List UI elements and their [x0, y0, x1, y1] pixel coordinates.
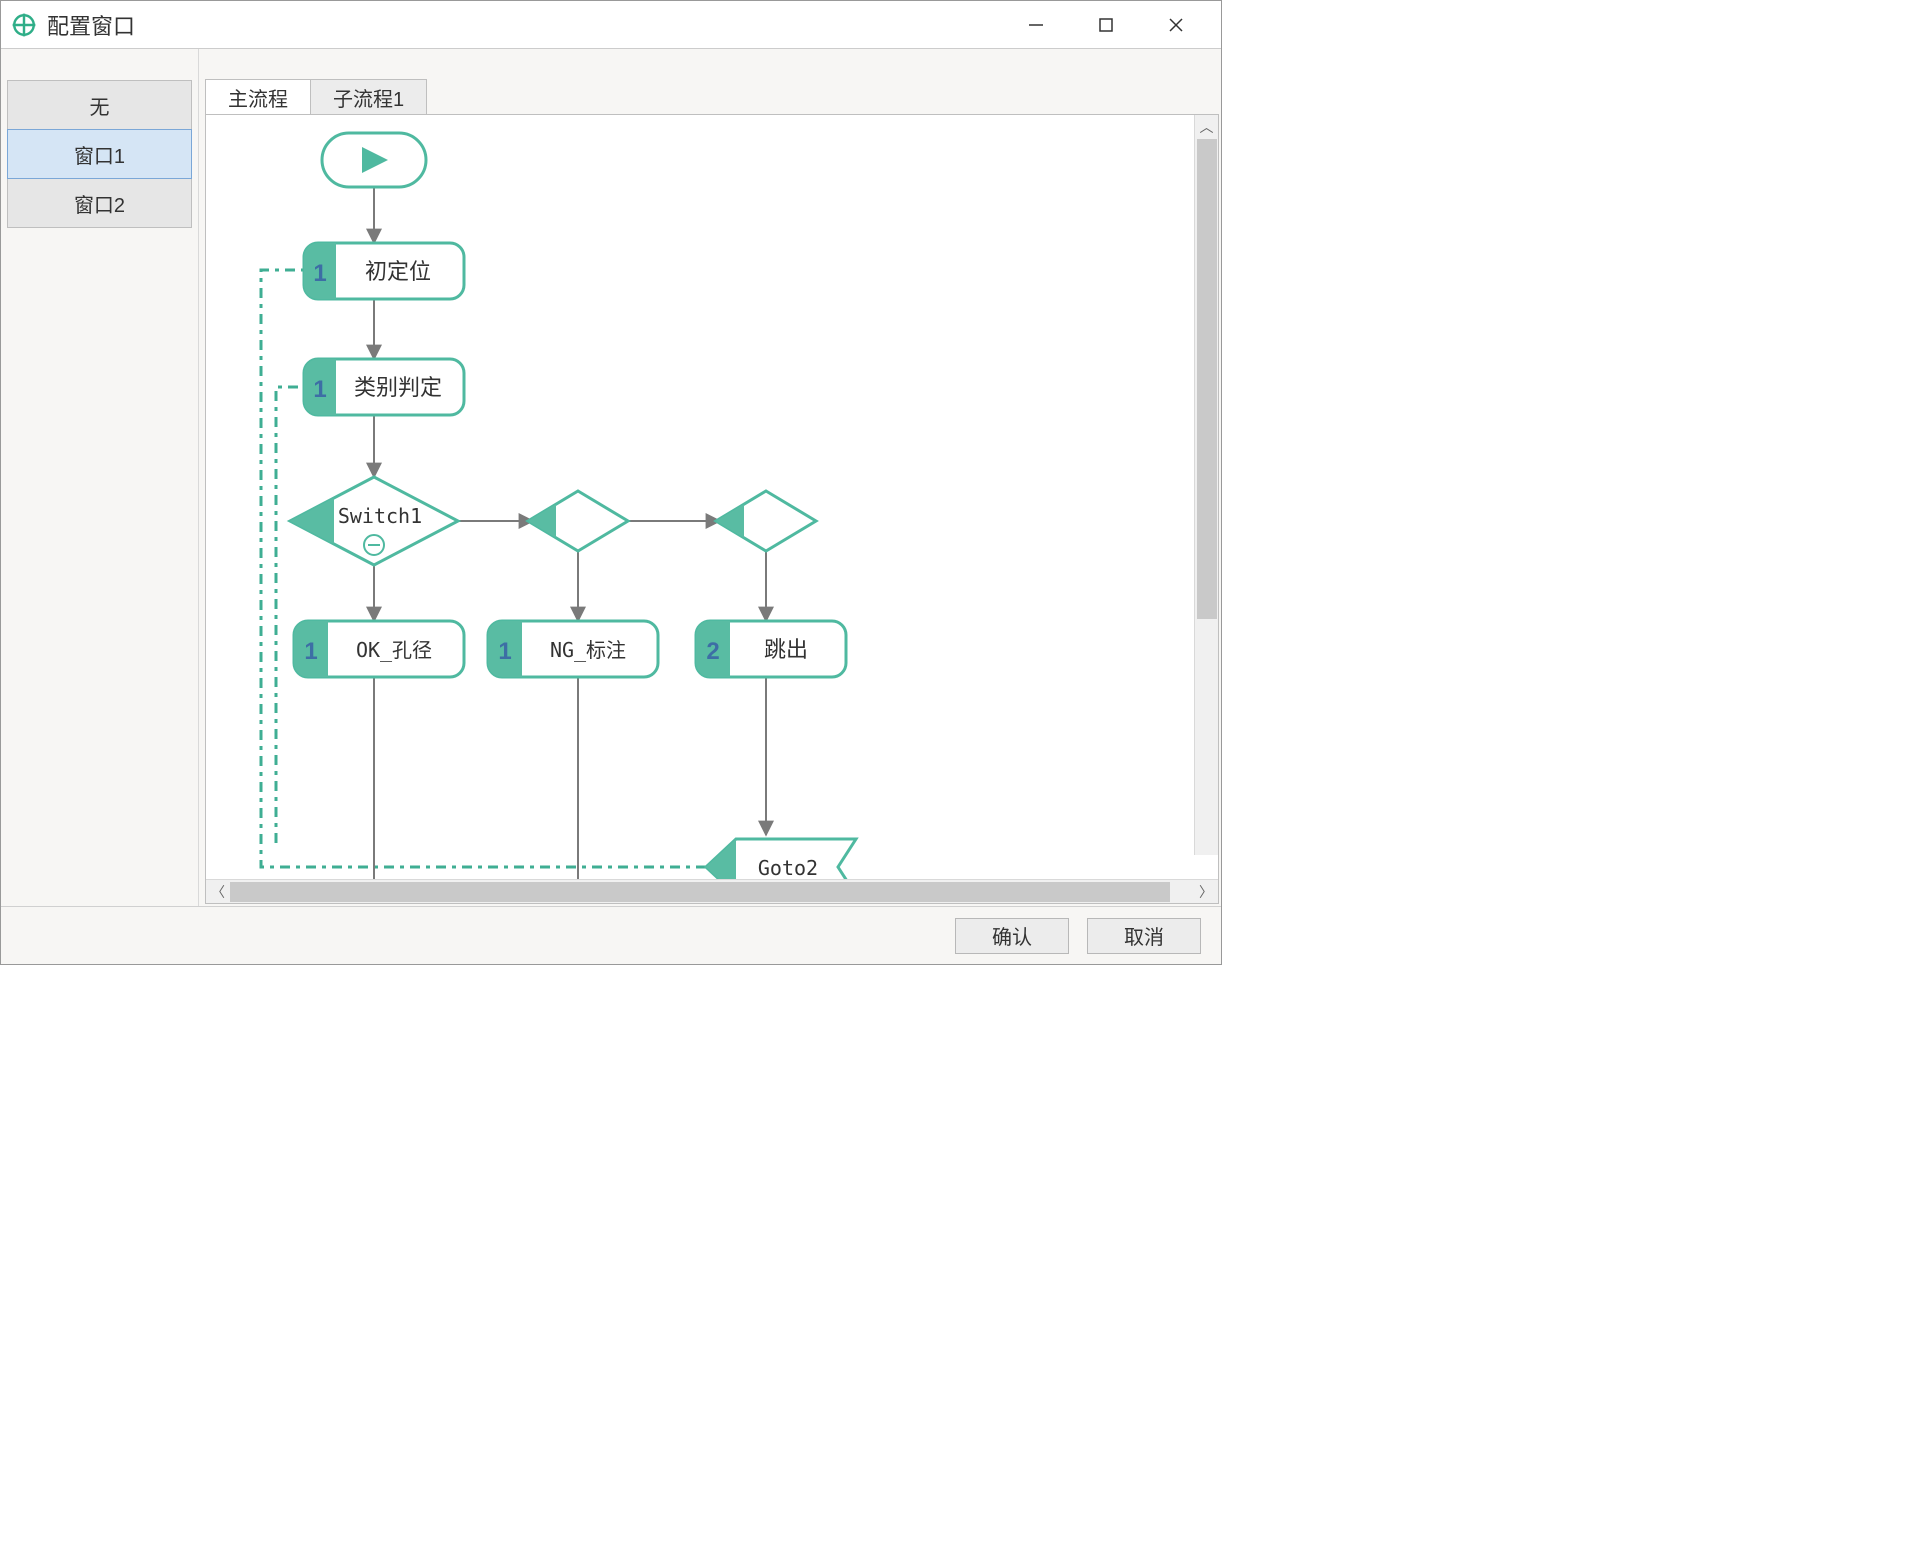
start-node[interactable] [322, 133, 426, 187]
horizontal-scrollbar[interactable]: 〈 〉 [206, 879, 1218, 903]
goto-label: Goto2 [758, 856, 818, 879]
close-button[interactable] [1141, 4, 1211, 46]
node-category-check[interactable]: 1 类别判定 [304, 359, 464, 415]
sidebar: 无 窗口1 窗口2 [1, 49, 199, 906]
node-label: 跳出 [764, 637, 808, 662]
main-panel: 主流程 子流程1 [199, 49, 1221, 906]
branch-diamond-3[interactable]: 3 [716, 491, 816, 551]
node-badge: 2 [706, 638, 719, 665]
minimize-button[interactable] [1001, 4, 1071, 46]
cancel-button[interactable]: 取消 [1087, 918, 1201, 954]
window-body: 无 窗口1 窗口2 主流程 子流程1 [1, 49, 1221, 906]
node-label: NG_标注 [550, 638, 626, 662]
titlebar: 配置窗口 [1, 1, 1221, 49]
branch-num: 3 [751, 512, 761, 532]
flow-canvas[interactable]: 1 初定位 1 类别判定 [206, 115, 1218, 879]
tab-main-flow[interactable]: 主流程 [205, 79, 311, 115]
node-ok-diameter[interactable]: 1 OK_孔径 [294, 621, 464, 677]
canvas-shell: 1 初定位 1 类别判定 [205, 114, 1219, 904]
node-badge: 1 [304, 638, 317, 665]
node-exit[interactable]: 2 跳出 [696, 621, 846, 677]
switch-label: Switch1 [338, 504, 422, 528]
node-label: 初定位 [365, 259, 431, 284]
scroll-thumb[interactable] [1197, 139, 1217, 619]
tab-sub-flow-1[interactable]: 子流程1 [310, 79, 427, 115]
window-title: 配置窗口 [47, 9, 135, 41]
tab-bar: 主流程 子流程1 [199, 79, 1221, 115]
node-goto2[interactable]: Goto2 [706, 839, 856, 879]
branch-diamond-2[interactable]: 2 [528, 491, 628, 551]
node-badge: 1 [498, 638, 511, 665]
sidebar-item-none[interactable]: 无 [7, 80, 192, 130]
dialog-footer: 确认 取消 [1, 906, 1221, 964]
scroll-up-icon[interactable]: ︿ [1195, 115, 1218, 139]
maximize-button[interactable] [1071, 4, 1141, 46]
flowchart: 1 初定位 1 类别判定 [206, 115, 1206, 879]
ok-button[interactable]: 确认 [955, 918, 1069, 954]
node-ng-annotate[interactable]: 1 NG_标注 [488, 621, 658, 677]
node-badge: 1 [313, 260, 326, 287]
node-initial-locate[interactable]: 1 初定位 [304, 243, 464, 299]
scroll-thumb[interactable] [230, 882, 1170, 902]
node-label: 类别判定 [354, 375, 442, 400]
scroll-left-icon[interactable]: 〈 [206, 880, 230, 903]
node-badge: 1 [313, 376, 326, 403]
branch-num: 2 [563, 512, 573, 532]
vertical-scrollbar[interactable]: ︿ [1194, 115, 1218, 855]
sidebar-item-window2[interactable]: 窗口2 [7, 178, 192, 228]
sidebar-item-window1[interactable]: 窗口1 [7, 129, 192, 179]
app-logo-icon [11, 12, 37, 38]
node-switch1[interactable]: Switch1 [290, 477, 458, 565]
node-label: OK_孔径 [356, 638, 432, 662]
config-window: 配置窗口 无 窗口1 窗口2 主流程 子流程1 [0, 0, 1222, 965]
scroll-right-icon[interactable]: 〉 [1194, 880, 1218, 903]
